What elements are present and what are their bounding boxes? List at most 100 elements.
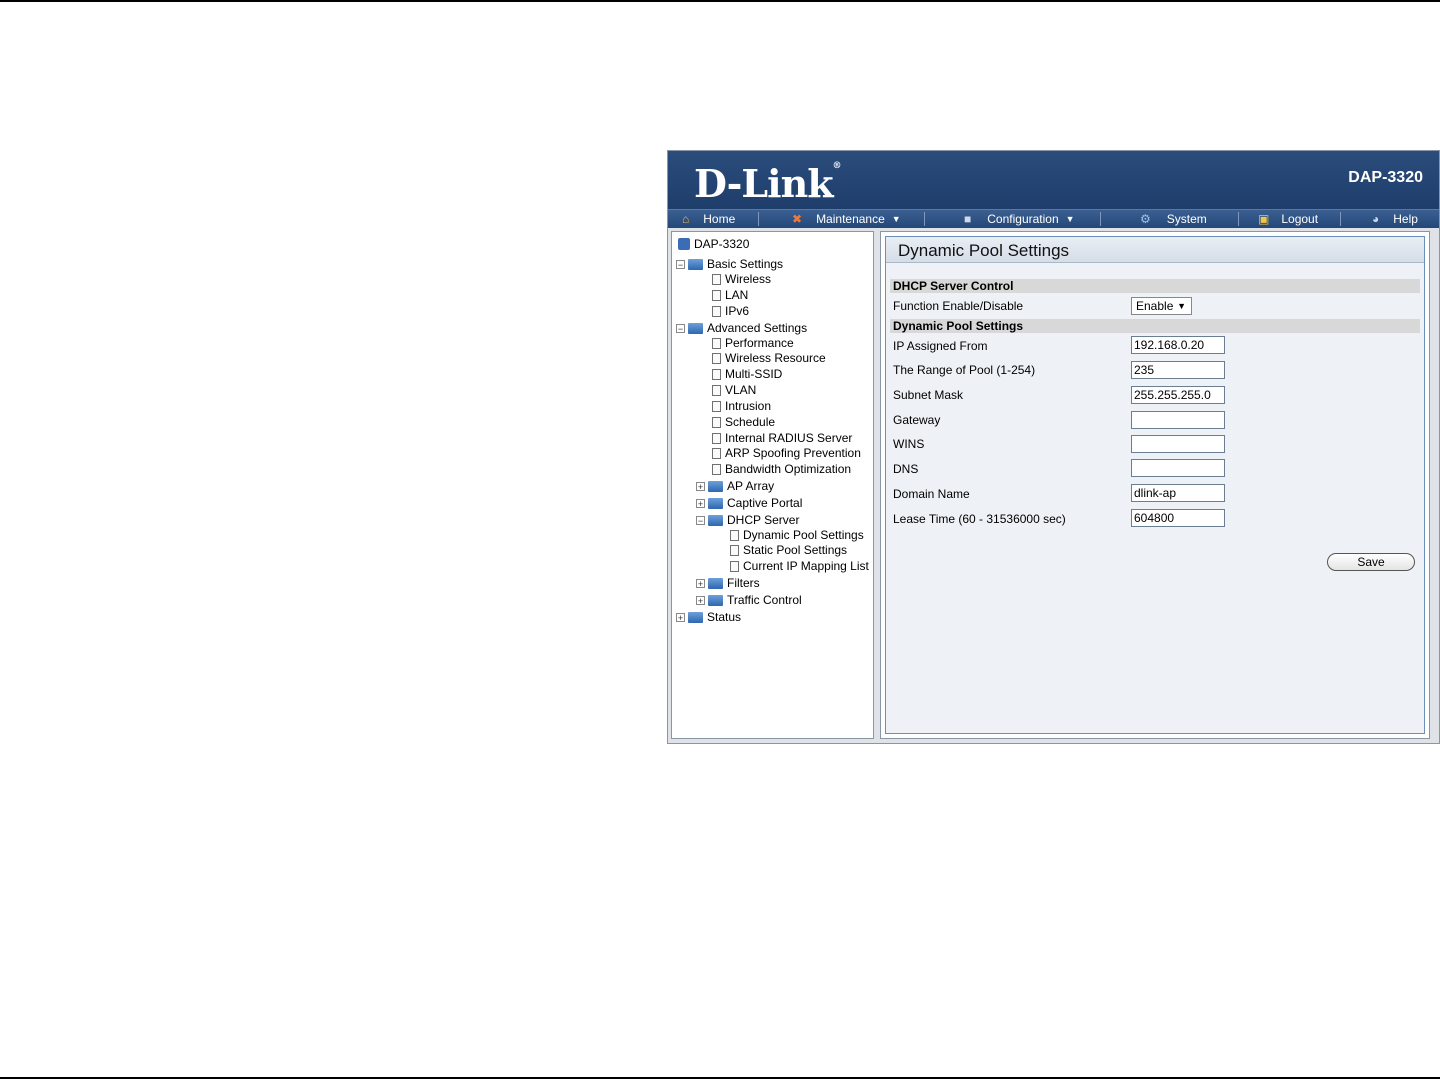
menu-separator: [758, 212, 759, 226]
collapse-icon[interactable]: −: [676, 323, 685, 333]
tree-captive-portal[interactable]: + Captive Portal: [696, 495, 802, 511]
page-icon: [712, 400, 721, 412]
folder-icon: [708, 497, 723, 509]
save-button[interactable]: Save: [1327, 553, 1415, 571]
pool-range-label: The Range of Pool (1-254): [893, 363, 1036, 377]
collapse-icon[interactable]: −: [676, 259, 685, 269]
function-enable-select[interactable]: Enable ▼: [1131, 297, 1192, 315]
lease-time-input[interactable]: [1131, 509, 1225, 527]
tree-item-wireless-resource[interactable]: Wireless Resource: [712, 350, 826, 366]
page-icon: [712, 337, 721, 349]
navigation-tree: DAP-3320 − Basic Settings Wireless LAN I…: [671, 231, 874, 739]
chevron-down-icon: ▼: [891, 214, 901, 224]
tree-item-current-ip-mapping-list[interactable]: Current IP Mapping List: [730, 558, 869, 574]
menu-separator: [1340, 212, 1341, 226]
expand-icon[interactable]: +: [676, 612, 685, 622]
save-disk-icon: ■: [964, 212, 972, 226]
folder-icon: [708, 480, 723, 492]
pool-range-input[interactable]: [1131, 361, 1225, 379]
menu-bar: ⌂ Home ✖ Maintenance ▼ ■ Configuration ▼…: [668, 209, 1439, 228]
lease-time-label: Lease Time (60 - 31536000 sec): [893, 512, 1066, 526]
page-icon: [712, 416, 721, 428]
dns-label: DNS: [893, 462, 919, 476]
page-icon: [712, 384, 721, 396]
dlink-logo: D-Link®: [694, 161, 842, 206]
tree-dhcp-server[interactable]: − DHCP Server: [696, 512, 799, 528]
folder-open-icon: [688, 322, 703, 334]
home-icon: ⌂: [682, 212, 690, 226]
page-icon: [712, 352, 721, 364]
folder-icon: [708, 594, 723, 606]
tree-status[interactable]: + Status: [676, 609, 741, 625]
tree-item-intrusion[interactable]: Intrusion: [712, 398, 771, 414]
menu-maintenance[interactable]: ✖ Maintenance ▼: [792, 210, 901, 228]
tree-item-arp-spoofing-prevention[interactable]: ARP Spoofing Prevention: [712, 445, 861, 461]
menu-configuration[interactable]: ■ Configuration ▼: [964, 210, 1075, 228]
expand-icon[interactable]: +: [696, 578, 705, 588]
page-icon: [712, 368, 721, 380]
menu-help[interactable]: ◕ Help: [1372, 210, 1418, 228]
subnet-mask-label: Subnet Mask: [893, 388, 964, 402]
wins-label: WINS: [893, 437, 925, 451]
expand-icon[interactable]: +: [696, 498, 705, 508]
page-icon: [730, 560, 739, 572]
gateway-label: Gateway: [893, 413, 941, 427]
settings-panel: Dynamic Pool Settings DHCP Server Contro…: [885, 236, 1425, 734]
tree-item-schedule[interactable]: Schedule: [712, 414, 775, 430]
page-icon: [730, 544, 739, 556]
top-rule: [0, 0, 1440, 2]
subnet-mask-input[interactable]: [1131, 386, 1225, 404]
menu-separator: [1238, 212, 1239, 226]
ip-assigned-from-input[interactable]: [1131, 336, 1225, 354]
tree-item-ipv6[interactable]: IPv6: [712, 303, 749, 319]
chevron-down-icon: ▼: [1065, 214, 1075, 224]
tree-filters[interactable]: + Filters: [696, 575, 760, 591]
domain-name-input[interactable]: [1131, 484, 1225, 502]
gateway-input[interactable]: [1131, 411, 1225, 429]
section-dynamic-pool-settings: Dynamic Pool Settings: [890, 319, 1420, 333]
ip-assigned-from-label: IP Assigned From: [893, 339, 988, 353]
model-name: DAP-3320: [1348, 169, 1423, 186]
wins-input[interactable]: [1131, 435, 1225, 453]
router-web-ui: D-Link® DAP-3320 ⌂ Home ✖ Maintenance ▼ …: [667, 150, 1440, 744]
domain-name-label: Domain Name: [893, 487, 970, 501]
page-icon: [712, 463, 721, 475]
page-title: Dynamic Pool Settings: [886, 237, 1424, 263]
tree-item-performance[interactable]: Performance: [712, 335, 794, 351]
folder-open-icon: [708, 514, 723, 526]
header-banner: D-Link® DAP-3320: [668, 151, 1439, 209]
section-dhcp-server-control: DHCP Server Control: [890, 279, 1420, 293]
tree-item-multi-ssid[interactable]: Multi-SSID: [712, 366, 782, 382]
tree-item-bandwidth-optimization[interactable]: Bandwidth Optimization: [712, 461, 851, 477]
menu-home[interactable]: ⌂ Home: [682, 210, 735, 228]
expand-icon[interactable]: +: [696, 481, 705, 491]
chevron-down-icon: ▼: [1177, 301, 1186, 311]
dns-input[interactable]: [1131, 459, 1225, 477]
tree-advanced-settings[interactable]: − Advanced Settings: [676, 320, 807, 336]
folder-icon: [708, 577, 723, 589]
collapse-icon[interactable]: −: [696, 515, 705, 525]
tree-item-internal-radius-server[interactable]: Internal RADIUS Server: [712, 430, 852, 446]
page-icon: [730, 529, 739, 541]
tree-traffic-control[interactable]: + Traffic Control: [696, 592, 802, 608]
page-icon: [712, 273, 721, 285]
function-enable-label: Function Enable/Disable: [893, 299, 1024, 313]
expand-icon[interactable]: +: [696, 595, 705, 605]
tree-item-lan[interactable]: LAN: [712, 287, 748, 303]
folder-open-icon: [688, 258, 703, 270]
tree-item-wireless[interactable]: Wireless: [712, 271, 771, 287]
menu-separator: [1100, 212, 1101, 226]
content-area: Dynamic Pool Settings DHCP Server Contro…: [880, 231, 1430, 739]
menu-system[interactable]: ⚙ System: [1140, 210, 1207, 228]
tree-item-static-pool-settings[interactable]: Static Pool Settings: [730, 542, 847, 558]
menu-logout[interactable]: ▣ Logout: [1258, 210, 1318, 228]
tree-ap-array[interactable]: + AP Array: [696, 478, 774, 494]
tree-item-dynamic-pool-settings[interactable]: Dynamic Pool Settings: [730, 527, 864, 543]
bottom-rule: [0, 1077, 1440, 1079]
page-icon: [712, 432, 721, 444]
tree-root[interactable]: DAP-3320: [678, 236, 749, 252]
page-icon: [712, 289, 721, 301]
tree-item-vlan[interactable]: VLAN: [712, 382, 756, 398]
tree-basic-settings[interactable]: − Basic Settings: [676, 256, 783, 272]
menu-separator: [924, 212, 925, 226]
